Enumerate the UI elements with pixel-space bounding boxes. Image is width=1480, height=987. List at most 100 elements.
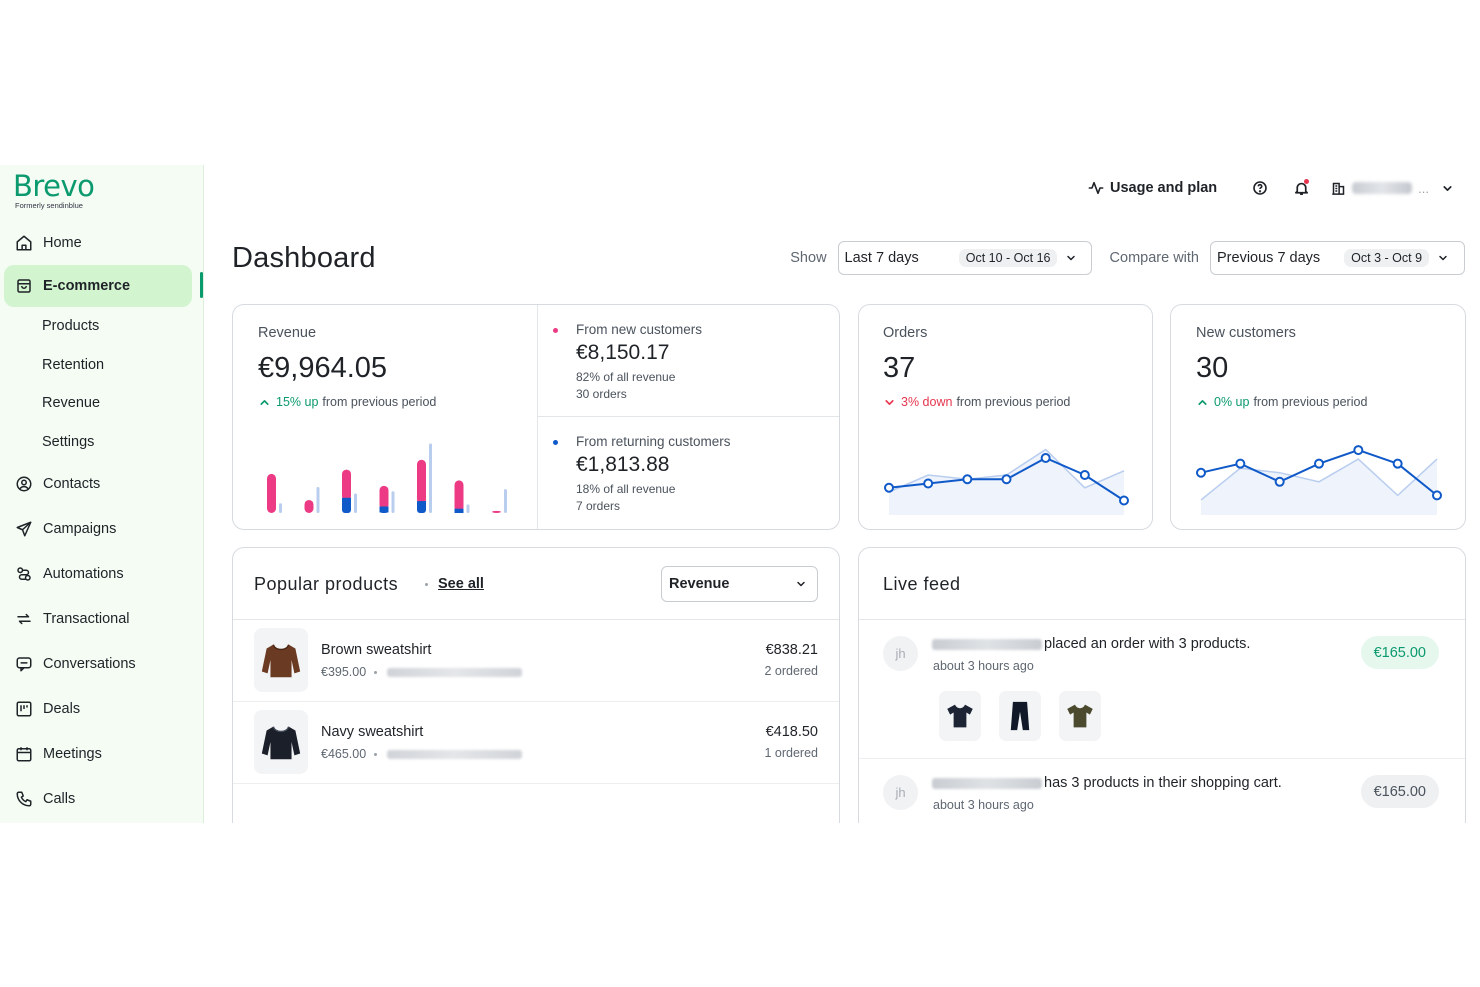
bar-returning	[342, 497, 351, 504]
legend-dot-new	[553, 328, 558, 333]
product-sku-blurred	[387, 667, 523, 677]
product-ordered-count: 2 ordered	[764, 664, 818, 678]
tshirt-icon	[1067, 704, 1093, 728]
sidebar-item-label: Contacts	[43, 475, 101, 492]
product-thumbnail	[1059, 691, 1101, 741]
product-price-line: €395.00	[321, 665, 523, 679]
logo-tagline: Formerly sendinblue	[15, 201, 83, 210]
sidebar-item-label: Meetings	[43, 745, 102, 762]
brevo-logo[interactable]: Brevo Formerly sendinblue	[13, 169, 95, 210]
usage-label: Usage and plan	[1109, 180, 1218, 196]
app-window: Brevo Formerly sendinblue Home E-commerc…	[0, 165, 1480, 823]
period-range-badge: Oct 10 - Oct 16	[958, 249, 1058, 267]
sidebar-item-meetings[interactable]: Meetings	[0, 731, 204, 776]
bar-previous-period	[504, 489, 507, 513]
product-row[interactable]: Navy sweatshirt €465.00 €418.50 1 ordere…	[233, 702, 839, 784]
sidebar-item-transactional[interactable]: Transactional	[0, 596, 204, 641]
sidebar-item-label: Home	[43, 234, 82, 251]
new-customers-line-chart	[1196, 445, 1442, 515]
usage-and-plan-button[interactable]: Usage and plan	[1088, 180, 1217, 196]
data-point	[962, 474, 973, 485]
product-thumbnail	[939, 691, 981, 741]
new-customers-label: New customers	[1196, 325, 1296, 341]
separator-dot	[425, 583, 428, 586]
sidebar-item-label: Conversations	[43, 655, 136, 672]
sweatshirt-icon	[261, 726, 301, 760]
sidebar-item-calls[interactable]: Calls	[0, 776, 204, 821]
phone-icon	[14, 789, 34, 809]
sidebar-item-home[interactable]: Home	[0, 220, 204, 265]
sidebar-item-conversations[interactable]: Conversations	[0, 641, 204, 686]
sidebar-item-label: E-commerce	[43, 278, 131, 294]
new-customers-delta-suffix: from previous period	[1253, 395, 1368, 409]
sidebar-item-campaigns[interactable]: Campaigns	[0, 506, 204, 551]
bar-new	[379, 485, 389, 510]
show-label: Show	[790, 250, 827, 266]
new-customers-card[interactable]: New customers 30 0% up from previous per…	[1170, 304, 1466, 530]
data-point	[1001, 474, 1012, 485]
returning-revenue-label: From returning customers	[576, 434, 731, 449]
sidebar-item-contacts[interactable]: Contacts	[0, 461, 204, 506]
sidebar-item-label: Transactional	[43, 610, 130, 627]
send-icon	[14, 519, 34, 539]
feed-item-time: about 3 hours ago	[933, 798, 1034, 812]
feed-item-text: has 3 products in their shopping cart.	[932, 775, 1282, 791]
product-row[interactable]: Brown sweatshirt €395.00 €838.21 2 order…	[233, 620, 839, 702]
orders-delta-value: 3% down	[901, 395, 953, 409]
data-point	[1196, 467, 1206, 478]
transactional-icon	[14, 609, 34, 629]
organization-menu[interactable]: ...	[1331, 181, 1454, 196]
sidebar-subitem-retention[interactable]: Retention	[0, 346, 204, 385]
new-customers-revenue: From new customers €8,150.17 82% of all …	[553, 322, 702, 403]
help-icon[interactable]	[1249, 177, 1271, 199]
sidebar-item-automations[interactable]: Automations	[0, 551, 204, 596]
bar-new	[454, 480, 464, 512]
product-revenue: €838.21	[765, 642, 818, 658]
period-select[interactable]: Last 7 days Oct 10 - Oct 16	[837, 241, 1092, 275]
bar-returning	[379, 506, 389, 513]
organization-name-blurred	[1352, 182, 1413, 194]
sidebar-nav: Home E-commerce Products Retention Reven…	[0, 220, 204, 821]
popular-products-header: Popular products See all Revenue	[233, 548, 839, 620]
live-feed-header: Live feed	[859, 548, 1465, 620]
home-icon	[14, 233, 34, 253]
revenue-summary: Revenue €9,964.05 15% up from previous p…	[258, 325, 436, 409]
sidebar-subitem-settings[interactable]: Settings	[0, 423, 204, 462]
sidebar-subitem-products[interactable]: Products	[0, 307, 204, 346]
see-all-link[interactable]: See all	[438, 576, 484, 592]
chevron-down-icon	[797, 581, 805, 587]
compare-select[interactable]: Previous 7 days Oct 3 - Oct 9	[1210, 241, 1465, 275]
sidebar-item-ecommerce[interactable]: E-commerce	[4, 265, 192, 307]
bar-new	[342, 469, 351, 501]
live-feed-title: Live feed	[883, 574, 961, 594]
new-revenue-value: €8,150.17	[576, 341, 670, 364]
sidebar-item-deals[interactable]: Deals	[0, 686, 204, 731]
organization-name-suffix: ...	[1418, 180, 1429, 196]
order-amount-badge: €165.00	[1360, 636, 1439, 669]
feed-item[interactable]: jh placed an order with 3 products. abou…	[859, 620, 1465, 759]
bar-previous-period	[279, 503, 282, 513]
product-metric-select[interactable]: Revenue	[661, 566, 818, 602]
orders-card[interactable]: Orders 37 3% down from previous period	[858, 304, 1153, 530]
data-point	[1040, 453, 1051, 463]
revenue-delta: 15% up from previous period	[258, 395, 436, 409]
activity-icon	[1088, 181, 1104, 195]
avatar: jh	[883, 775, 918, 810]
sidebar-subitem-revenue[interactable]: Revenue	[0, 384, 204, 423]
calendar-icon	[14, 744, 34, 764]
building-icon	[1332, 182, 1345, 195]
legend-dot-returning	[553, 440, 558, 445]
bar-returning	[454, 508, 464, 513]
bar-previous-period	[429, 443, 432, 513]
avatar: jh	[883, 636, 918, 671]
new-customers-value: 30	[1196, 352, 1229, 384]
top-bar: Usage and plan ...	[1088, 175, 1454, 201]
revenue-card[interactable]: Revenue €9,964.05 15% up from previous p…	[232, 304, 840, 530]
sidebar-item-label: Deals	[43, 700, 81, 717]
deals-icon	[14, 699, 34, 719]
logo-wordmark: Brevo	[13, 169, 95, 203]
feed-item[interactable]: jh has 3 products in their shopping cart…	[859, 759, 1465, 823]
page-title: Dashboard	[232, 242, 376, 274]
popular-products-card: Popular products See all Revenue Brown s…	[232, 547, 840, 823]
bell-icon[interactable]	[1290, 177, 1312, 199]
